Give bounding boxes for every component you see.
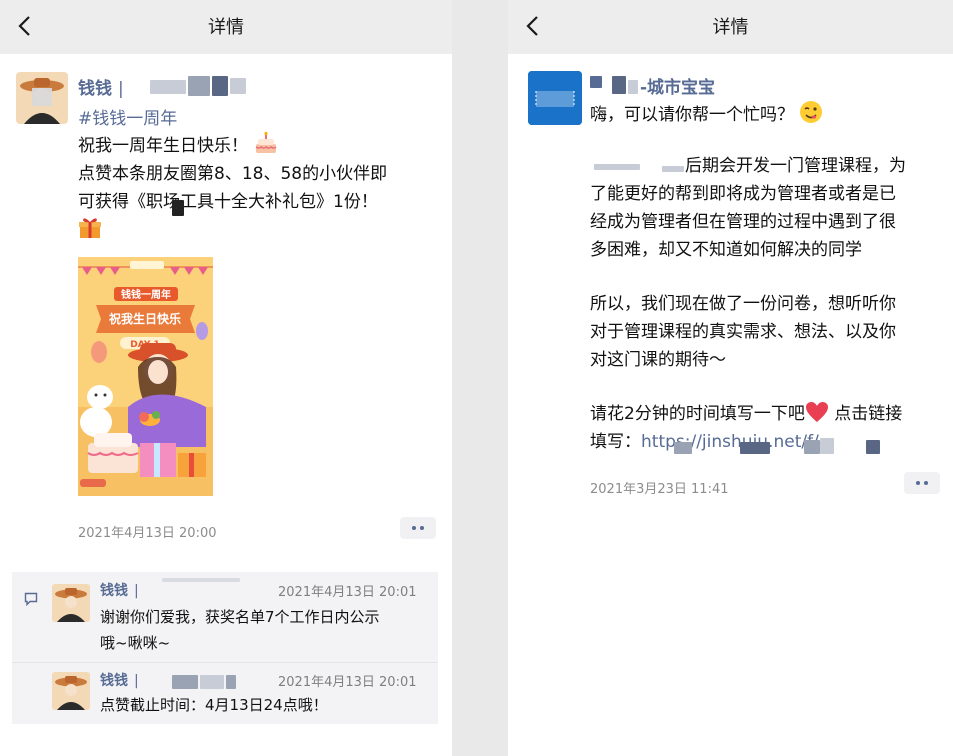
avatar-illustration (52, 584, 90, 622)
redacted-name-mask (612, 76, 626, 94)
comment-author-text: 钱钱 (100, 673, 128, 689)
comment-timestamp: 2021年4月13日 20:01 (278, 675, 417, 690)
avatar-illustration (52, 672, 90, 710)
comment-divider (12, 662, 438, 663)
post-body: 祝我一周年生日快乐！ 点赞本条朋友圈第8、18、58的小伙伴即 可获得《职场工具… (78, 131, 438, 245)
redacted-name-mask (172, 675, 198, 689)
author-avatar[interactable] (16, 72, 68, 124)
post-greeting: 嗨，可以请你帮一个忙吗？ (590, 100, 950, 129)
post-line-text: 祝我一周年生日快乐！ (78, 136, 248, 156)
redacted-link-mask (820, 438, 834, 454)
post-timestamp: 2021年4月13日 20:00 (78, 526, 217, 541)
redacted-name-mask (200, 675, 224, 689)
redacted-name-mask (590, 76, 602, 88)
poster-badge-text: 钱钱一周年 (121, 288, 171, 301)
nav-title: 详情 (712, 17, 749, 38)
post-line (78, 216, 438, 245)
comment-avatar[interactable] (52, 584, 90, 622)
post-timestamp: 2021年3月23日 11:41 (590, 482, 729, 497)
comment-text: 谢谢你们爱我，获奖名单7个工作日内公示 哦~啾咪~ (100, 604, 380, 656)
redacted-name-mask (162, 578, 240, 582)
comment-line: 哦~啾咪~ (100, 634, 171, 652)
name-separator: | (134, 673, 139, 689)
comment-author[interactable]: 钱钱 | (100, 670, 139, 690)
nav-title: 详情 (208, 17, 244, 38)
post-line: 请花2分钟的时间填写一下吧 点击链接 (590, 400, 950, 428)
post-paragraph-1: 后期会开发一门管理课程，为 了能更好的帮到即将成为管理者或者是已 经成为管理者但… (590, 152, 950, 264)
redacted-link-mask (674, 442, 692, 454)
left-moment-detail: 详情 钱钱 | #钱钱一周年 祝我一周年生日快乐！ 点赞本条朋友圈第8、18、5… (0, 0, 452, 756)
comment-author[interactable]: 钱钱 | (100, 580, 139, 600)
winking-face-icon (800, 101, 823, 123)
comment-line: 谢谢你们爱我，获奖名单7个工作日内公示 (100, 608, 380, 626)
comment-avatar[interactable] (52, 672, 90, 710)
gift-icon (79, 218, 101, 238)
poster-illustration: 钱钱一周年 祝我生日快乐 DAY 1 (78, 257, 213, 496)
post-paragraph-3: 请花2分钟的时间填写一下吧 点击链接 填写：https://jinshuju.n… (590, 400, 950, 452)
redacted-name-mask (226, 675, 236, 689)
post-line: 可获得《职场工具十全大补礼包》1份！ (78, 192, 378, 212)
comment-text: 点赞截止时间：4月13日24点哦！ (100, 692, 328, 718)
comment-line: 点赞截止时间：4月13日24点哦！ (100, 696, 328, 714)
avatar-illustration (16, 72, 68, 124)
comment-bubble-icon (24, 592, 38, 606)
more-actions-button[interactable] (400, 517, 436, 539)
redacted-text-mask (172, 200, 184, 216)
post-line: 祝我一周年生日快乐！ (78, 131, 438, 160)
post-line-text: 填写： (590, 432, 641, 452)
post-line: 了能更好的帮到即将成为管理者或者是已 (590, 184, 896, 204)
comment-timestamp: 2021年4月13日 20:01 (278, 585, 417, 600)
redacted-name-mask (188, 76, 210, 96)
author-name-text: 钱钱 (78, 79, 112, 99)
name-separator: | (118, 79, 124, 99)
post-line-text: 请花2分钟的时间填写一下吧 (590, 404, 805, 424)
redacted-link-mask (866, 440, 880, 454)
post-line: 后期会开发一门管理课程，为 (685, 156, 906, 176)
post-line: 经成为管理者但在管理的过程中遇到了很 (590, 212, 896, 232)
dot (916, 481, 920, 485)
post-line-text: 点击链接 (834, 404, 903, 424)
poster-banner-text: 祝我生日快乐 (109, 311, 181, 326)
post-line: 多困难，却又不知道如何解决的同学 (590, 240, 862, 260)
hashtag-link[interactable]: #钱钱一周年 (78, 104, 177, 129)
comment-author-text: 钱钱 (100, 583, 128, 599)
dot (420, 526, 424, 530)
post-line: 点赞本条朋友圈第8、18、58的小伙伴即 (78, 164, 388, 184)
dot (412, 526, 416, 530)
dot (924, 481, 928, 485)
post-line: 填写：https://jinshuju.net/f/ (590, 428, 950, 452)
post-line: 对于管理课程的真实需求、想法、以及你 (590, 322, 896, 342)
red-heart-icon (805, 402, 828, 422)
survey-link[interactable]: https://jinshuju.net/f/ (641, 432, 819, 452)
post-line: 所以，我们现在做了一份问卷，想听听你 (590, 294, 896, 314)
redacted-name-mask (230, 78, 246, 94)
post-author-name[interactable]: 钱钱 | (78, 74, 124, 99)
greeting-text: 嗨，可以请你帮一个忙吗？ (590, 105, 794, 125)
more-actions-button[interactable] (904, 472, 940, 494)
avatar-logo (528, 71, 582, 125)
redacted-link-mask (740, 442, 770, 454)
birthday-poster-image[interactable]: 钱钱一周年 祝我生日快乐 DAY 1 (78, 257, 213, 496)
right-nav-bar: 详情 (508, 0, 953, 54)
birthday-cake-icon (255, 131, 277, 153)
name-separator: | (134, 583, 139, 599)
author-avatar[interactable] (528, 71, 582, 125)
post-line: 对这门课的期待～ (590, 350, 726, 370)
left-nav-bar: 详情 (0, 0, 452, 54)
redacted-link-mask (804, 440, 820, 454)
post-author-name[interactable]: -城市宝宝 (640, 73, 715, 98)
redacted-name-mask (212, 76, 228, 96)
redacted-name-mask (628, 80, 638, 94)
redacted-name-mask (150, 80, 186, 94)
comments-section: 钱钱 | 2021年4月13日 20:01 谢谢你们爱我，获奖名单7个工作日内公示… (12, 572, 438, 724)
right-moment-detail: 详情 -城市宝宝 嗨，可以请你帮一个忙吗？ 后期会开发一门管理课程，为 了能更好… (508, 0, 953, 756)
post-paragraph-2: 所以，我们现在做了一份问卷，想听听你 对于管理课程的真实需求、想法、以及你 对这… (590, 290, 950, 374)
